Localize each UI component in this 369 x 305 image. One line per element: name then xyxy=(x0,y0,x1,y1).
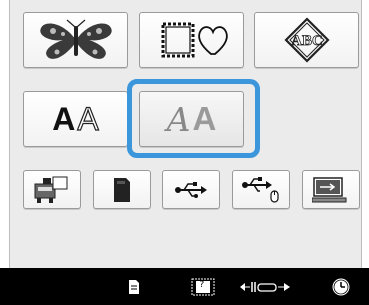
solid-letter: A xyxy=(52,100,76,137)
machine-icon xyxy=(34,176,68,203)
usb-mouse-media-button[interactable] xyxy=(232,170,290,209)
machine-memory-button[interactable] xyxy=(23,170,81,209)
character-font-button[interactable]: A A xyxy=(23,91,128,147)
monogram-text: ABC xyxy=(291,33,323,49)
clock-icon[interactable] xyxy=(330,277,352,297)
hoop-width-icon[interactable] xyxy=(239,277,291,297)
usb-mouse-icon xyxy=(242,176,279,203)
selection-highlight xyxy=(127,79,260,158)
usb-media-button[interactable] xyxy=(162,170,220,209)
frame-pattern-button[interactable] xyxy=(139,12,244,68)
computer-button[interactable] xyxy=(302,170,360,209)
computer-usb-icon xyxy=(312,176,347,202)
outline-letter: A xyxy=(77,100,100,137)
frame-size-label: ? xyxy=(199,280,205,290)
butterfly-icon xyxy=(39,19,112,59)
status-bar: ? xyxy=(0,268,369,305)
card-icon xyxy=(114,177,130,202)
letters-solid-outline-icon: A A xyxy=(52,100,100,138)
frame-size-icon[interactable]: ? xyxy=(190,277,216,297)
embroidery-pattern-button[interactable] xyxy=(23,12,128,68)
usb-icon xyxy=(175,181,207,198)
memory-card-button[interactable] xyxy=(93,170,151,209)
monogram-button[interactable]: ABC xyxy=(254,12,359,68)
monogram-abc-icon: ABC xyxy=(283,17,330,63)
page-icon[interactable] xyxy=(126,277,142,297)
frame-heart-icon xyxy=(161,22,228,58)
